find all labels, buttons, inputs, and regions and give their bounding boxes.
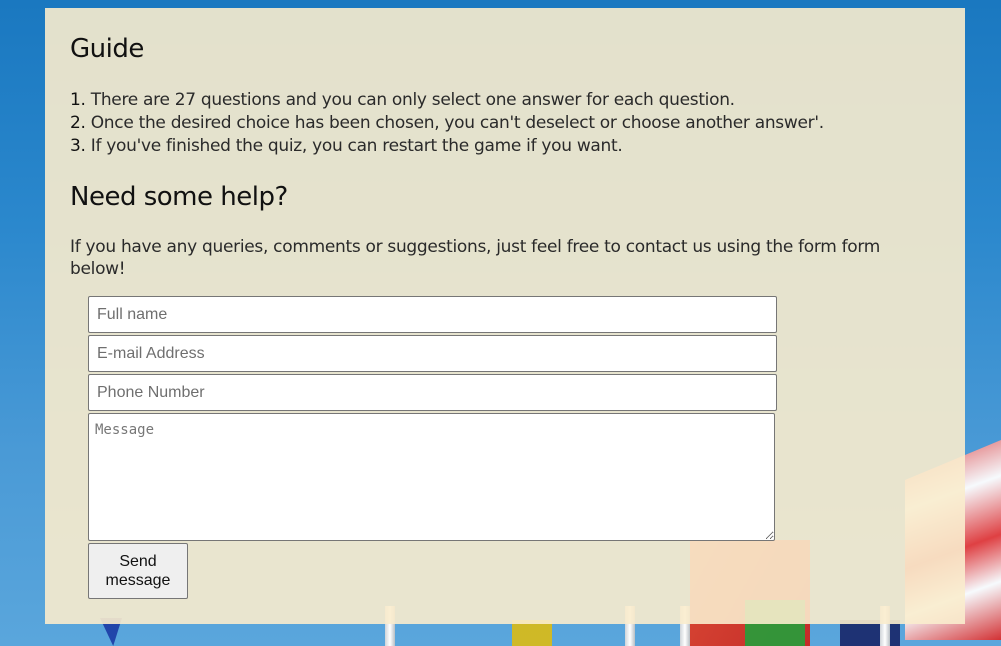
guide-item-text: If you've finished the quiz, you can res… bbox=[85, 136, 623, 156]
help-text: If you have any queries, comments or sug… bbox=[70, 237, 881, 279]
contact-form: Send message bbox=[88, 296, 777, 599]
phone-input[interactable] bbox=[88, 374, 777, 411]
guide-list: 1. There are 27 questions and you can on… bbox=[70, 89, 940, 158]
guide-panel: Guide 1. There are 27 questions and you … bbox=[45, 8, 965, 624]
guide-item-number: 1. bbox=[70, 90, 86, 110]
guide-item-text: There are 27 questions and you can only … bbox=[85, 90, 735, 110]
guide-item-text: Once the desired choice has been chosen,… bbox=[85, 113, 824, 133]
guide-item: 1. There are 27 questions and you can on… bbox=[70, 89, 940, 112]
guide-item: 2. Once the desired choice has been chos… bbox=[70, 112, 940, 135]
help-title: Need some help? bbox=[70, 182, 288, 212]
guide-item-number: 3. bbox=[70, 136, 86, 156]
guide-title: Guide bbox=[70, 34, 144, 64]
message-textarea[interactable] bbox=[88, 413, 775, 541]
fullname-input[interactable] bbox=[88, 296, 777, 333]
send-message-button[interactable]: Send message bbox=[88, 543, 188, 599]
guide-item-number: 2. bbox=[70, 113, 86, 133]
email-input[interactable] bbox=[88, 335, 777, 372]
guide-item: 3. If you've finished the quiz, you can … bbox=[70, 135, 940, 158]
